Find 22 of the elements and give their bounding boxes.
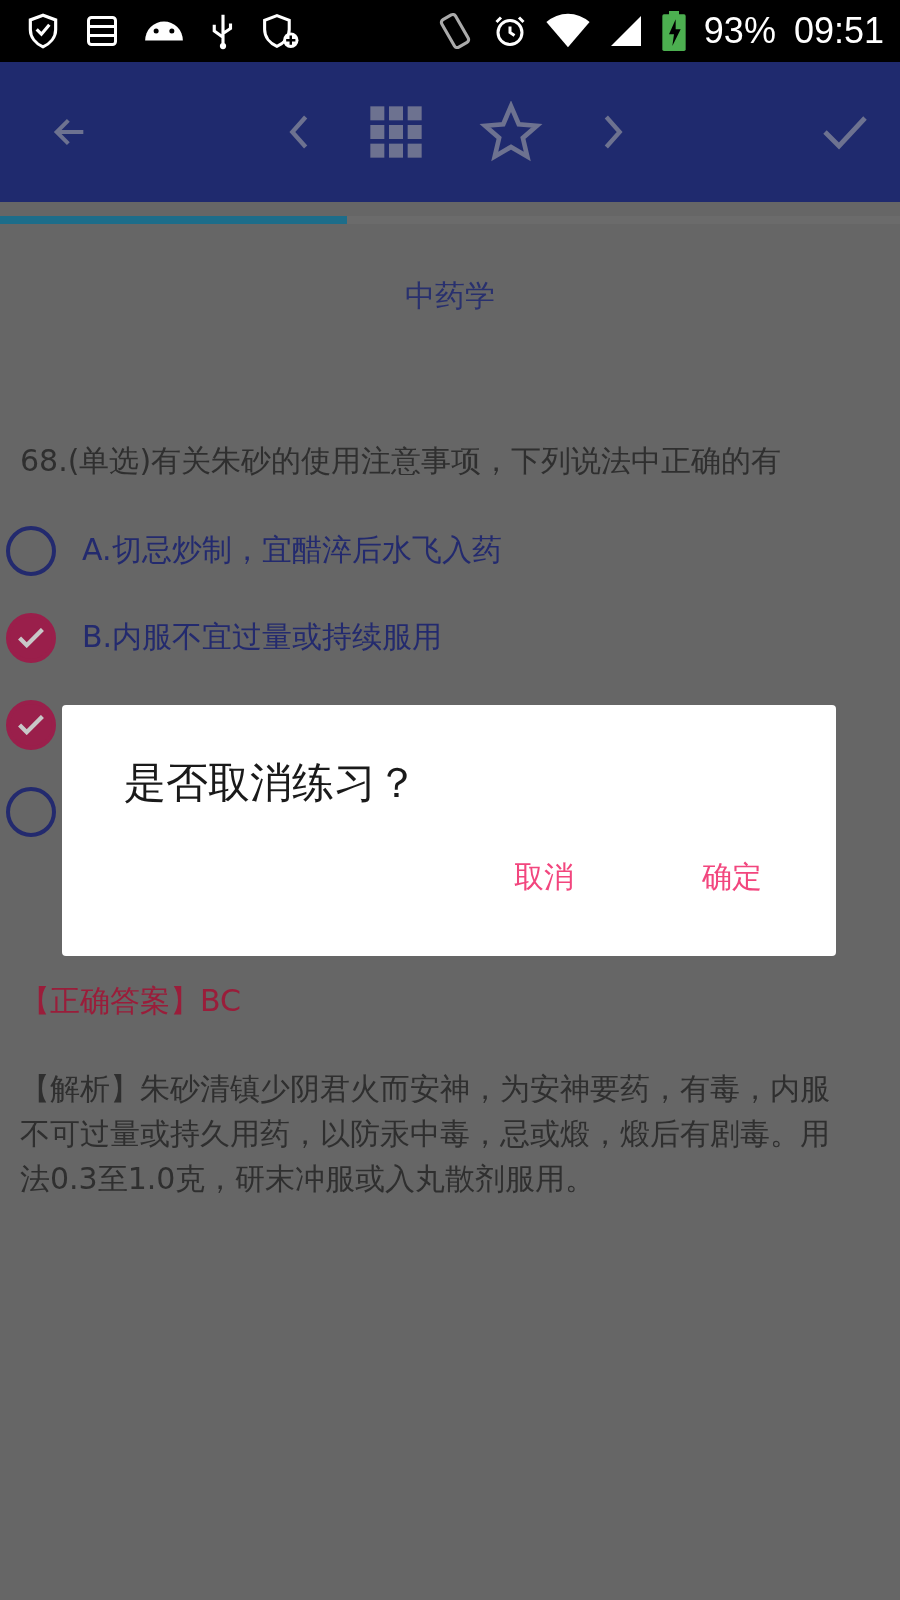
wifi-icon xyxy=(545,13,590,49)
battery-icon xyxy=(661,11,686,51)
option-radio[interactable] xyxy=(6,525,56,576)
dialog-button[interactable]: 取消 xyxy=(500,849,588,906)
android-icon xyxy=(142,21,186,41)
clock-time: 09:51 xyxy=(793,10,884,52)
star-icon[interactable] xyxy=(478,101,544,163)
option-label[interactable]: A.切忌炒制，宜醋淬后水飞入药 xyxy=(82,530,502,571)
dialog-title: 是否取消练习？ xyxy=(124,757,419,809)
correct-answer: 【正确答案】BC xyxy=(19,982,242,1020)
option-label[interactable]: B.内服不宜过量或持续服用 xyxy=(82,617,443,658)
option-radio[interactable] xyxy=(6,699,56,750)
grid-icon[interactable] xyxy=(368,104,424,160)
storage-icon xyxy=(84,13,120,49)
check-icon xyxy=(18,627,44,648)
subject-title: 中药学 xyxy=(404,277,496,315)
dialog-button[interactable]: 确定 xyxy=(688,849,776,906)
option-radio[interactable] xyxy=(6,786,56,837)
check-icon xyxy=(18,714,44,735)
option-radio[interactable] xyxy=(6,612,56,663)
shield-plus-icon xyxy=(260,12,300,50)
battery-percentage: 93% xyxy=(703,10,776,52)
